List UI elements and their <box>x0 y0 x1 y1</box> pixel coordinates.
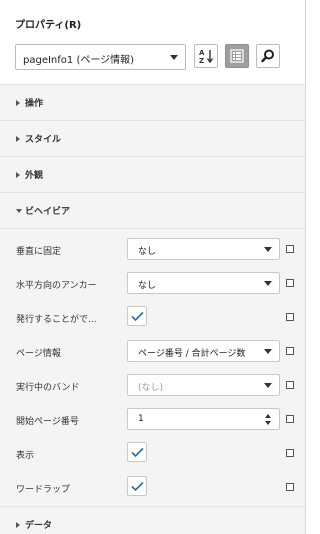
properties-panel: プロパティ(R) pageInfo1 (ページ情報) A Z 操作 スタイル 外… <box>0 0 306 534</box>
section-style[interactable]: スタイル <box>0 121 305 157</box>
property-value: 1 <box>138 414 144 424</box>
property-row: 開始ページ番号 1 <box>0 403 306 437</box>
property-checkbox[interactable] <box>127 306 147 326</box>
property-reset-marker[interactable] <box>286 449 294 457</box>
checkmark-icon <box>131 311 144 322</box>
property-name: 垂直に固定 <box>16 247 62 257</box>
property-spinner[interactable]: 1 <box>127 408 280 430</box>
property-name: 開始ページ番号 <box>16 417 79 427</box>
property-name: 発行することがで... <box>16 315 97 325</box>
checkmark-icon <box>131 447 144 458</box>
section-behavior[interactable]: ビヘイビア <box>0 193 305 229</box>
property-reset-marker[interactable] <box>286 381 294 389</box>
property-name: ページ情報 <box>16 349 61 359</box>
property-value: なし <box>138 247 157 257</box>
property-name: 水平方向のアンカー <box>16 281 97 291</box>
chevron-down-icon <box>264 349 272 354</box>
chevron-right-icon <box>16 172 20 178</box>
property-reset-marker[interactable] <box>286 347 294 355</box>
property-row: 水平方向のアンカー なし <box>0 267 306 301</box>
property-reset-marker[interactable] <box>286 245 294 253</box>
panel-title: プロパティ(R) <box>15 20 82 31</box>
categorized-view-icon <box>230 49 244 63</box>
object-select-value: pageInfo1 (ページ情報) <box>23 55 135 66</box>
chevron-right-icon <box>16 136 20 142</box>
chevron-right-icon <box>16 100 20 106</box>
property-dropdown[interactable]: なし <box>127 238 280 260</box>
chevron-right-icon <box>16 522 20 528</box>
property-dropdown[interactable]: (なし) <box>127 374 280 396</box>
categorized-view-button[interactable] <box>225 44 249 68</box>
property-name: 表示 <box>16 451 35 461</box>
chevron-down-icon <box>16 209 22 213</box>
property-checkbox[interactable] <box>127 442 147 462</box>
chevron-down-icon <box>264 383 272 388</box>
sort-alpha-icon: A Z <box>199 49 214 64</box>
chevron-down-icon <box>170 55 178 60</box>
chevron-down-icon <box>264 247 272 252</box>
checkmark-icon <box>131 481 144 492</box>
section-behavior-label: ビヘイビア <box>25 207 71 217</box>
property-value: (なし) <box>138 383 164 393</box>
search-icon <box>261 49 274 63</box>
sort-alphabetical-button[interactable]: A Z <box>194 44 218 68</box>
property-reset-marker[interactable] <box>286 313 294 321</box>
spin-down-icon[interactable] <box>265 421 271 425</box>
behavior-properties: 垂直に固定 なし 水平方向のアンカー なし 発行することがで... ページ情報 … <box>0 229 305 507</box>
property-checkbox[interactable] <box>127 476 147 496</box>
property-row: 発行することがで... <box>0 301 306 335</box>
section-operation[interactable]: 操作 <box>0 85 305 121</box>
property-reset-marker[interactable] <box>286 415 294 423</box>
panel-header: プロパティ(R) pageInfo1 (ページ情報) A Z <box>0 0 305 85</box>
spin-up-icon[interactable] <box>265 414 271 418</box>
property-row: 表示 <box>0 437 306 471</box>
property-dropdown[interactable]: ページ番号 / 合計ページ数 <box>127 340 280 362</box>
property-dropdown[interactable]: なし <box>127 272 280 294</box>
section-style-label: スタイル <box>25 135 62 145</box>
property-row: ページ情報 ページ番号 / 合計ページ数 <box>0 335 306 369</box>
property-reset-marker[interactable] <box>286 279 294 287</box>
property-value: ページ番号 / 合計ページ数 <box>138 349 246 359</box>
object-select[interactable]: pageInfo1 (ページ情報) <box>15 44 186 70</box>
property-reset-marker[interactable] <box>286 483 294 491</box>
section-appearance-label: 外観 <box>25 171 44 181</box>
section-appearance[interactable]: 外観 <box>0 157 305 193</box>
property-row: 垂直に固定 なし <box>0 233 306 267</box>
property-name: ワードラップ <box>16 485 71 495</box>
property-row: 実行中のバンド (なし) <box>0 369 306 403</box>
section-data[interactable]: データ <box>0 507 305 534</box>
svg-text:Z: Z <box>199 57 204 64</box>
svg-text:A: A <box>199 49 205 57</box>
section-data-label: データ <box>25 521 53 531</box>
chevron-down-icon <box>264 281 272 286</box>
property-row: ワードラップ <box>0 471 306 505</box>
section-operation-label: 操作 <box>25 99 44 109</box>
property-name: 実行中のバンド <box>16 383 80 393</box>
property-value: なし <box>138 281 157 291</box>
search-button[interactable] <box>256 44 280 68</box>
